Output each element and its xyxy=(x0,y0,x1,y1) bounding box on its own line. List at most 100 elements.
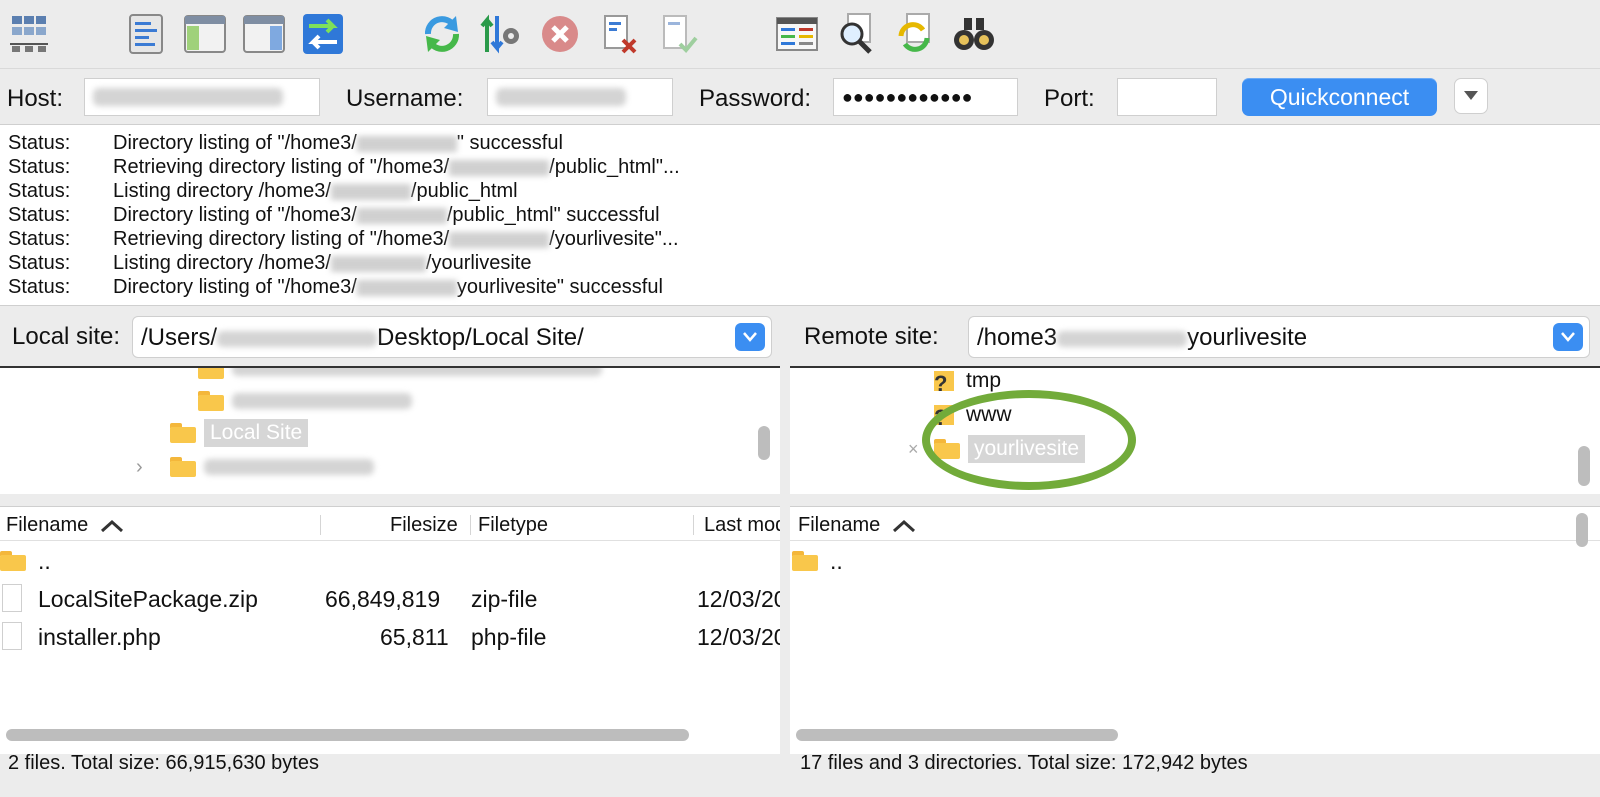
remote-file-list-vscrollbar[interactable] xyxy=(1576,513,1588,547)
port-field[interactable] xyxy=(1117,78,1217,116)
remote-path-prefix: /home3 xyxy=(977,324,1058,351)
tree-item[interactable]: › xyxy=(136,452,374,482)
log-message: Retrieving directory listing of "/home3/ xyxy=(113,228,450,250)
quickconnect-button[interactable]: Quickconnect xyxy=(1242,78,1437,116)
quickconnect-bar: Host: Username: Password: ●●●●●●●●●●●● P… xyxy=(0,68,1600,124)
sort-ascending-icon xyxy=(892,519,915,532)
quickconnect-history-dropdown[interactable] xyxy=(1454,78,1488,114)
tree-item-tmp[interactable]: ? tmp xyxy=(934,368,1001,396)
message-log-icon[interactable] xyxy=(122,10,170,58)
file-date: 12/03/20 xyxy=(697,586,780,612)
host-field[interactable] xyxy=(84,78,320,116)
column-filetype[interactable]: Filetype xyxy=(478,514,548,537)
remote-status-line: 17 files and 3 directories. Total size: … xyxy=(800,752,1248,774)
search-icon[interactable] xyxy=(832,10,880,58)
sort-ascending-icon xyxy=(100,519,123,532)
sync-browse-icon[interactable] xyxy=(891,10,939,58)
tree-item-label: Local Site xyxy=(204,419,309,447)
local-status-line: 2 files. Total size: 66,915,630 bytes xyxy=(8,752,319,774)
log-status: Status: xyxy=(8,132,71,154)
remote-file-list[interactable]: Filename .. xyxy=(790,506,1600,754)
log-message: Listing directory /home3/ xyxy=(113,252,331,274)
file-icon xyxy=(2,622,22,650)
log-message: yourlivesite" successful xyxy=(456,276,663,298)
pane-divider[interactable] xyxy=(780,306,790,797)
remote-file-list-header: Filename xyxy=(790,507,1600,541)
file-name: .. xyxy=(38,548,51,574)
remote-path-suffix: yourlivesite xyxy=(1187,324,1308,351)
disconnect-icon[interactable] xyxy=(595,10,643,58)
highlight-ring xyxy=(922,390,1136,490)
log-status: Status: xyxy=(8,252,71,274)
password-field[interactable]: ●●●●●●●●●●●● xyxy=(833,78,1018,116)
tree-item-local-site[interactable]: Local Site xyxy=(170,418,309,448)
local-file-list-scrollbar[interactable] xyxy=(6,729,689,741)
log-message: Directory listing of "/home3/ xyxy=(113,276,357,298)
directory-compare-icon[interactable] xyxy=(773,10,821,58)
local-tree[interactable]: Local Site › xyxy=(0,366,780,494)
chevron-right-icon[interactable]: › xyxy=(136,456,170,479)
folder-icon xyxy=(198,368,224,379)
remote-tree-icon[interactable] xyxy=(240,10,288,58)
local-path-suffix: Desktop/Local Site/ xyxy=(377,324,584,351)
chevron-down-icon[interactable] xyxy=(735,323,765,351)
column-filesize[interactable]: Filesize xyxy=(390,514,458,537)
tree-item[interactable] xyxy=(198,386,412,416)
log-message: Directory listing of "/home3/ xyxy=(113,132,357,154)
file-row[interactable]: installer.php 65,811 php-file 12/03/20 xyxy=(0,619,780,655)
reconnect-icon[interactable] xyxy=(654,10,702,58)
log-status: Status: xyxy=(8,276,71,298)
local-site-path[interactable]: /Users/Desktop/Local Site/ xyxy=(132,316,772,358)
host-label: Host: xyxy=(7,85,64,112)
folder-icon xyxy=(170,423,196,443)
site-manager-icon[interactable] xyxy=(4,10,52,58)
file-row[interactable]: .. xyxy=(0,543,780,579)
local-tree-icon[interactable] xyxy=(181,10,229,58)
find-files-icon[interactable] xyxy=(950,10,998,58)
chevron-down-icon[interactable] xyxy=(1553,323,1583,351)
file-date: 12/03/20 xyxy=(697,624,780,650)
filter-icon[interactable] xyxy=(477,10,525,58)
log-status: Status: xyxy=(8,156,71,178)
remote-site-path[interactable]: /home3 yourlivesite xyxy=(968,316,1590,358)
remote-file-list-scrollbar[interactable] xyxy=(796,729,1118,741)
log-message: /public_html xyxy=(410,180,518,202)
log-status: Status: xyxy=(8,228,71,250)
log-line: Status: Listing directory /home3/ /public_… xyxy=(8,180,518,204)
log-line: Status: Retrieving directory listing of "… xyxy=(8,228,679,252)
local-pane: Local site: /Users/Desktop/Local Site/ L… xyxy=(0,306,780,797)
folder-icon xyxy=(170,457,196,477)
log-message: Directory listing of "/home3/ xyxy=(113,204,357,226)
log-message: Retrieving directory listing of "/home3/ xyxy=(113,156,450,178)
log-status: Status: xyxy=(8,204,71,226)
refresh-icon[interactable] xyxy=(418,10,466,58)
local-file-list[interactable]: Filename Filesize Filetype Last mod .. L… xyxy=(0,506,780,754)
log-line: Status: Directory listing of "/home3/your… xyxy=(8,276,663,300)
remote-site-label: Remote site: xyxy=(804,323,939,350)
log-line: Status: Listing directory /home3/ /yourliv… xyxy=(8,252,532,276)
log-line: Status: Retrieving directory listing of "… xyxy=(8,156,680,180)
column-filename[interactable]: Filename xyxy=(798,514,916,537)
remote-tree[interactable]: ? tmp ? www × yourlivesite xyxy=(790,366,1600,494)
column-last-modified[interactable]: Last mod xyxy=(704,514,780,537)
chevron-down-icon xyxy=(1464,91,1478,100)
file-row[interactable]: .. xyxy=(790,543,1600,579)
transfer-queue-icon[interactable] xyxy=(299,10,347,58)
cancel-icon[interactable] xyxy=(536,10,584,58)
log-message: /yourlivesite"... xyxy=(549,228,679,250)
local-tree-scrollbar[interactable] xyxy=(758,426,770,460)
tree-item[interactable] xyxy=(198,368,602,384)
message-log[interactable]: Status: Directory listing of "/home3/ " su… xyxy=(0,124,1600,306)
log-line: Status: Directory listing of "/home3/ /pub… xyxy=(8,204,660,228)
file-name: LocalSitePackage.zip xyxy=(38,586,258,612)
folder-icon xyxy=(0,551,26,571)
log-message: Listing directory /home3/ xyxy=(113,180,331,202)
log-message: /public_html" successful xyxy=(446,204,660,226)
file-size: 65,811 xyxy=(380,624,449,650)
column-filename[interactable]: Filename xyxy=(6,514,124,537)
remote-tree-scrollbar[interactable] xyxy=(1578,446,1590,486)
file-row[interactable]: LocalSitePackage.zip 66,849,819 zip-file… xyxy=(0,581,780,617)
username-field[interactable] xyxy=(487,78,673,116)
local-site-label: Local site: xyxy=(12,323,121,350)
password-label: Password: xyxy=(699,85,812,112)
